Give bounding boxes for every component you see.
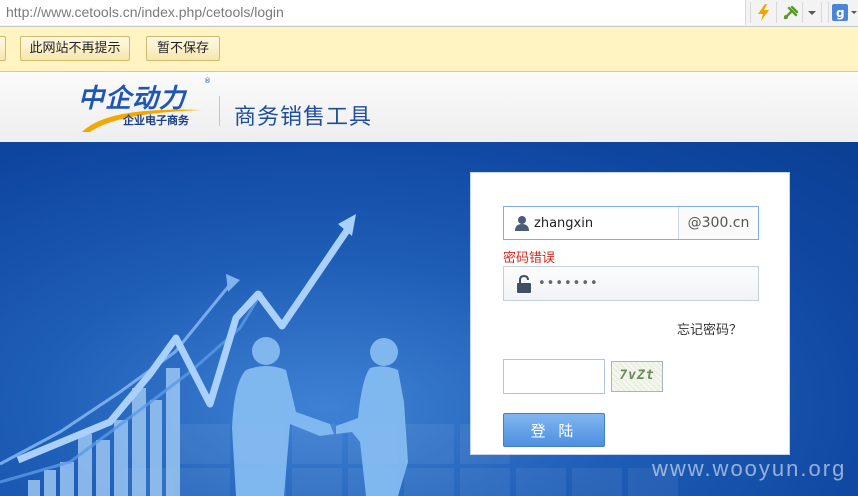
watermark: www.wooyun.org: [652, 456, 847, 481]
plugin-button[interactable]: [776, 2, 802, 23]
google-icon: g: [832, 4, 857, 21]
lock-icon: [517, 275, 531, 293]
lightning-button[interactable]: [750, 2, 776, 23]
password-save-notification-bar: 此网站不再提示 暂不保存: [0, 27, 858, 72]
captcha-input[interactable]: [503, 359, 605, 394]
forgot-password-link[interactable]: 忘记密码？: [677, 319, 742, 338]
user-icon: [515, 216, 529, 231]
app-title: 商务销售工具: [234, 105, 373, 130]
username-field-group: @300.cn: [503, 206, 759, 240]
captcha-image[interactable]: 7vZt: [611, 361, 663, 392]
svg-text:g: g: [836, 6, 845, 20]
dropdown-button[interactable]: [802, 2, 822, 23]
error-message: 密码错误: [503, 251, 556, 266]
password-field-group: [503, 266, 759, 301]
domain-suffix: @300.cn: [678, 207, 758, 239]
header-divider: [219, 96, 220, 126]
company-logo[interactable]: 中企动力 ® 企业电子商务: [78, 77, 218, 136]
logo-subtitle: 企业电子商务: [123, 114, 189, 127]
never-save-button[interactable]: 此网站不再提示: [20, 36, 130, 61]
lightning-icon: [758, 4, 769, 21]
not-now-button[interactable]: 暂不保存: [146, 36, 220, 61]
password-input[interactable]: [538, 267, 738, 300]
plugin-icon: [783, 5, 799, 20]
login-button[interactable]: 登 陆: [503, 413, 605, 447]
notification-edge-button[interactable]: [0, 36, 6, 61]
browser-address-bar: http://www.cetools.cn/index.php/cetools/…: [0, 0, 858, 27]
login-panel: @300.cn 密码错误 忘记密码？ 7vZt 登 陆: [470, 172, 790, 455]
search-engine-button[interactable]: g: [828, 2, 858, 23]
registered-mark: ®: [204, 77, 211, 85]
site-header: 中企动力 ® 企业电子商务 商务销售工具: [0, 72, 858, 142]
chevron-down-icon: [808, 11, 816, 15]
url-field[interactable]: http://www.cetools.cn/index.php/cetools/…: [0, 0, 746, 25]
username-input[interactable]: [534, 207, 676, 239]
